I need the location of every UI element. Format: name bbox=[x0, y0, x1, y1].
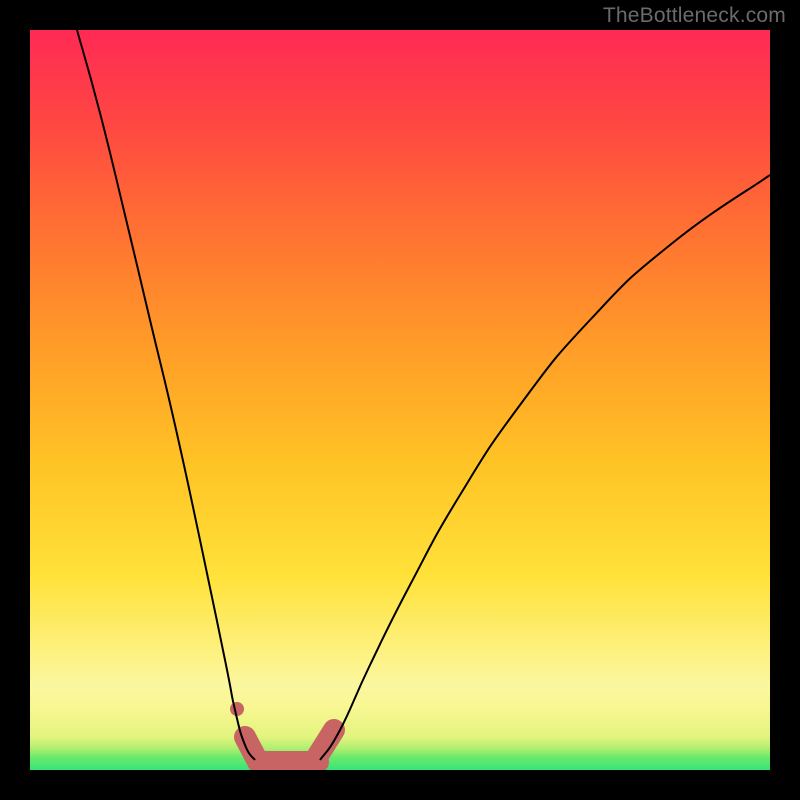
chart-frame: TheBottleneck.com bbox=[0, 0, 800, 800]
curve-layer bbox=[30, 30, 770, 770]
right-curve bbox=[320, 175, 770, 760]
plot-area bbox=[30, 30, 770, 770]
watermark-text: TheBottleneck.com bbox=[603, 4, 786, 28]
marker-group bbox=[230, 702, 334, 758]
left-dot bbox=[230, 702, 244, 716]
left-curve bbox=[77, 30, 255, 760]
